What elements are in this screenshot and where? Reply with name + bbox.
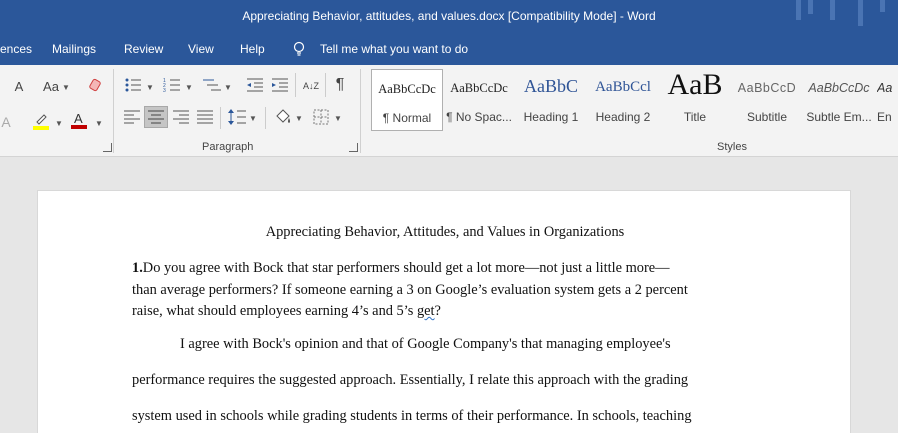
font-color-icon: A bbox=[71, 111, 87, 129]
question-paragraph: 1.Do you agree with Bock that star perfo… bbox=[132, 258, 762, 323]
font-color-button[interactable]: A bbox=[70, 110, 88, 130]
chevron-down-icon[interactable]: ▼ bbox=[249, 114, 257, 123]
style-title[interactable]: AaB Title bbox=[661, 68, 729, 131]
style-emphasis[interactable]: Aa En bbox=[877, 69, 898, 131]
style-subtle-emphasis[interactable]: AaBbCcDc Subtle Em... bbox=[805, 69, 873, 131]
align-left-icon[interactable] bbox=[124, 110, 140, 124]
chevron-down-icon[interactable]: ▼ bbox=[224, 83, 232, 92]
button-divider bbox=[220, 107, 221, 129]
svg-text:A: A bbox=[74, 111, 83, 126]
question-line: raise, what should employees earning 4’s… bbox=[132, 303, 417, 319]
change-case-button[interactable]: Aa bbox=[42, 77, 60, 95]
align-center-button[interactable] bbox=[144, 106, 168, 128]
shrink-font-button[interactable]: A bbox=[12, 77, 26, 95]
chevron-down-icon[interactable]: ▼ bbox=[295, 114, 303, 123]
highlighter-icon bbox=[33, 114, 49, 130]
title-bar: Appreciating Behavior, attitudes, and va… bbox=[0, 0, 898, 33]
ribbon-tabs: ences Mailings Review View Help Tell me … bbox=[0, 33, 898, 65]
style-heading-1[interactable]: AaBbC Heading 1 bbox=[517, 69, 585, 131]
bullets-icon[interactable] bbox=[124, 77, 142, 93]
paragraph-dialog-launcher[interactable] bbox=[349, 143, 358, 152]
grammar-flag[interactable]: get bbox=[417, 303, 435, 319]
ribbon: A Aa ▼ A ▼ A ▼ ▼ 1 2 3 ▼ ▼ A↓Z ¶ ▼ ▼ ▼ P… bbox=[0, 65, 898, 157]
title-decoration bbox=[880, 0, 885, 12]
window-title: Appreciating Behavior, attitudes, and va… bbox=[242, 9, 656, 23]
style-no-spacing[interactable]: AaBbCcDc ¶ No Spac... bbox=[445, 69, 513, 131]
style-heading-2[interactable]: AaBbCcl Heading 2 bbox=[589, 69, 657, 131]
tell-me-search[interactable]: Tell me what you want to do bbox=[320, 42, 468, 56]
decrease-indent-icon[interactable] bbox=[246, 77, 264, 93]
paragraph-group-label: Paragraph bbox=[202, 141, 254, 153]
tab-references[interactable]: ences bbox=[0, 42, 32, 56]
increase-indent-icon[interactable] bbox=[271, 77, 289, 93]
button-divider bbox=[325, 73, 326, 97]
align-center-icon bbox=[148, 110, 164, 124]
styles-gallery: AaBbCcDc ¶ Normal AaBbCcDc ¶ No Spac... … bbox=[369, 68, 898, 131]
chevron-down-icon[interactable]: ▼ bbox=[146, 83, 154, 92]
question-number: 1. bbox=[132, 260, 143, 276]
show-formatting-button[interactable]: ¶ bbox=[332, 75, 348, 95]
paragraph-line: system used in schools while grading stu… bbox=[132, 408, 692, 424]
clear-formatting-icon[interactable] bbox=[86, 78, 104, 94]
chevron-down-icon[interactable]: ▼ bbox=[55, 119, 63, 128]
chevron-down-icon[interactable]: ▼ bbox=[185, 83, 193, 92]
group-separator bbox=[360, 69, 361, 153]
numbering-icon[interactable]: 1 2 3 bbox=[163, 77, 181, 93]
question-line: ? bbox=[434, 303, 441, 319]
align-right-icon[interactable] bbox=[173, 110, 189, 124]
title-decoration bbox=[808, 0, 813, 14]
style-subtitle[interactable]: AaBbCcD Subtitle bbox=[733, 69, 801, 131]
document-page[interactable]: Appreciating Behavior, Attitudes, and Va… bbox=[37, 190, 851, 433]
tab-review[interactable]: Review bbox=[124, 42, 163, 56]
shading-icon[interactable] bbox=[273, 108, 291, 126]
style-normal[interactable]: AaBbCcDc ¶ Normal bbox=[371, 69, 443, 131]
svg-text:3: 3 bbox=[163, 88, 166, 93]
question-line: Do you agree with Bock that star perform… bbox=[142, 260, 670, 276]
tab-mailings[interactable]: Mailings bbox=[52, 42, 96, 56]
justify-icon[interactable] bbox=[197, 110, 213, 124]
paragraph-line: performance requires the suggested appro… bbox=[132, 372, 689, 388]
sort-button[interactable]: A↓Z bbox=[301, 76, 321, 96]
styles-group-label: Styles bbox=[717, 141, 747, 153]
title-decoration bbox=[796, 0, 801, 20]
chevron-down-icon[interactable]: ▼ bbox=[62, 83, 70, 92]
document-title: Appreciating Behavior, Attitudes, and Va… bbox=[265, 224, 625, 240]
chevron-down-icon[interactable]: ▼ bbox=[334, 114, 342, 123]
group-separator bbox=[113, 69, 114, 153]
button-divider bbox=[265, 107, 266, 129]
multilevel-list-icon[interactable] bbox=[202, 77, 222, 93]
tab-help[interactable]: Help bbox=[240, 42, 265, 56]
question-line: than average performers? If someone earn… bbox=[132, 281, 688, 298]
line-spacing-icon[interactable] bbox=[228, 108, 246, 126]
button-divider bbox=[295, 73, 296, 97]
title-decoration bbox=[830, 0, 835, 20]
text-effects-button[interactable]: A bbox=[0, 113, 12, 131]
paragraph-line: I agree with Bock's opinion and that of … bbox=[180, 336, 671, 352]
chevron-down-icon[interactable]: ▼ bbox=[95, 119, 103, 128]
title-decoration bbox=[858, 0, 863, 26]
tab-view[interactable]: View bbox=[188, 42, 214, 56]
borders-icon[interactable] bbox=[313, 109, 329, 125]
font-dialog-launcher[interactable] bbox=[103, 143, 112, 152]
highlight-button[interactable] bbox=[32, 111, 50, 131]
lightbulb-icon bbox=[293, 41, 305, 56]
